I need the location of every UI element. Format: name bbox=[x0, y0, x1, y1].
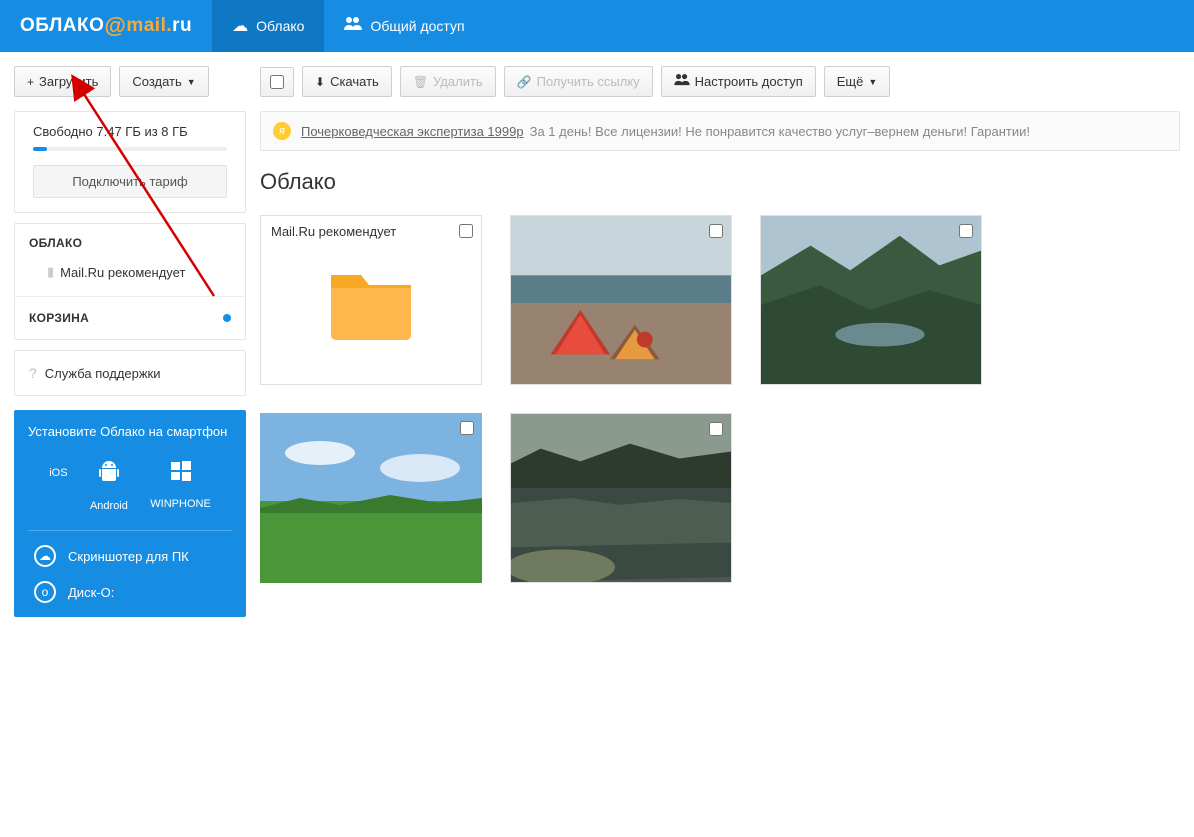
screenshoter-link[interactable]: ☁ Скриншотер для ПК bbox=[14, 531, 246, 581]
link-icon: 🔗 bbox=[517, 75, 532, 89]
os-android[interactable]: Android bbox=[90, 459, 128, 512]
toolbar: ⬇ Скачать 🗑 Удалить 🔗 Получить ссылку На… bbox=[260, 66, 1180, 97]
cloud-download-icon: ☁ bbox=[34, 545, 56, 567]
file-checkbox[interactable] bbox=[460, 421, 474, 435]
ad-bar: я Почерковедческая экспертиза 1999р За 1… bbox=[260, 111, 1180, 151]
cloud-icon: ☁ bbox=[232, 16, 248, 36]
plus-icon: + bbox=[27, 75, 34, 89]
tab-shared-label: Общий доступ bbox=[370, 18, 464, 34]
promo-os-row: iOS Android WINPHONE bbox=[28, 453, 232, 531]
storage-box: Свободно 7.47 ГБ из 8 ГБ Подключить тари… bbox=[14, 111, 246, 213]
android-icon bbox=[96, 459, 122, 492]
disko-label: Диск-О: bbox=[68, 585, 114, 600]
getlink-button[interactable]: 🔗 Получить ссылку bbox=[504, 66, 653, 97]
storage-bar bbox=[33, 147, 227, 151]
logo-cloud-text: ОБЛАКО bbox=[20, 15, 104, 37]
tree-item-recommend[interactable]: ▮ Mail.Ru рекомендует bbox=[29, 260, 231, 284]
folder-label: Mail.Ru рекомендует bbox=[271, 224, 396, 239]
folder-icon: ▮ bbox=[47, 264, 54, 280]
delete-button[interactable]: 🗑 Удалить bbox=[400, 66, 496, 97]
file-checkbox[interactable] bbox=[709, 224, 723, 238]
image-thumbnail bbox=[260, 413, 482, 583]
os-winphone[interactable]: WINPHONE bbox=[150, 459, 211, 512]
download-label: Скачать bbox=[330, 74, 379, 89]
screenshoter-label: Скриншотер для ПК bbox=[68, 549, 189, 564]
ad-link[interactable]: Почерковедческая экспертиза 1999р bbox=[301, 124, 524, 139]
main: ⬇ Скачать 🗑 Удалить 🔗 Получить ссылку На… bbox=[260, 52, 1194, 631]
logo[interactable]: ОБЛАКО @ mail . ru bbox=[0, 13, 212, 39]
tree-cloud-section: ОБЛАКО ▮ Mail.Ru рекомендует bbox=[15, 224, 245, 296]
image-item[interactable] bbox=[760, 215, 982, 385]
support-label: Служба поддержки bbox=[45, 366, 161, 381]
create-button[interactable]: Создать ▼ bbox=[119, 66, 208, 97]
file-checkbox[interactable] bbox=[709, 422, 723, 436]
getlink-label: Получить ссылку bbox=[537, 74, 640, 89]
support-link[interactable]: ? Служба поддержки bbox=[14, 350, 246, 396]
more-button[interactable]: Ещё ▼ bbox=[824, 66, 891, 97]
tree-trash-row[interactable]: КОРЗИНА bbox=[15, 296, 245, 339]
os-ios-label: iOS bbox=[49, 467, 67, 479]
more-label: Ещё bbox=[837, 74, 864, 89]
file-checkbox[interactable] bbox=[459, 224, 473, 238]
file-grid: Mail.Ru рекомендует bbox=[260, 215, 1180, 583]
help-icon: ? bbox=[29, 365, 37, 381]
page-title: Облако bbox=[260, 169, 1180, 195]
sidebar: + Загрузить Создать ▼ Свободно 7.47 ГБ и… bbox=[0, 52, 260, 631]
os-winphone-label: WINPHONE bbox=[150, 498, 211, 510]
file-checkbox[interactable] bbox=[959, 224, 973, 238]
select-all-input[interactable] bbox=[270, 75, 284, 89]
caret-down-icon: ▼ bbox=[187, 77, 196, 87]
people-icon bbox=[674, 74, 690, 89]
download-icon: ⬇ bbox=[315, 75, 325, 89]
image-item[interactable] bbox=[260, 413, 482, 583]
logo-at-icon: @ bbox=[104, 13, 126, 39]
os-android-label: Android bbox=[90, 500, 128, 512]
select-all-checkbox[interactable] bbox=[260, 67, 294, 97]
create-label: Создать bbox=[132, 74, 181, 89]
storage-text: Свободно 7.47 ГБ из 8 ГБ bbox=[33, 124, 227, 139]
layout: + Загрузить Создать ▼ Свободно 7.47 ГБ и… bbox=[0, 52, 1194, 631]
trash-icon: 🗑 bbox=[413, 75, 428, 89]
tab-shared[interactable]: Общий доступ bbox=[324, 0, 484, 52]
access-button[interactable]: Настроить доступ bbox=[661, 66, 816, 97]
status-dot-icon bbox=[223, 314, 231, 322]
tab-cloud[interactable]: ☁ Облако bbox=[212, 0, 324, 52]
upload-button[interactable]: + Загрузить bbox=[14, 66, 111, 97]
tab-cloud-label: Облако bbox=[256, 18, 304, 34]
image-item[interactable] bbox=[510, 413, 732, 583]
logo-ru-text: ru bbox=[172, 15, 192, 37]
image-thumbnail bbox=[511, 414, 731, 582]
tree-box: ОБЛАКО ▮ Mail.Ru рекомендует КОРЗИНА bbox=[14, 223, 246, 340]
access-label: Настроить доступ bbox=[695, 74, 803, 89]
caret-down-icon: ▼ bbox=[868, 77, 877, 87]
tree-trash-label: КОРЗИНА bbox=[29, 311, 89, 325]
disk-icon: о bbox=[34, 581, 56, 603]
ad-text: За 1 день! Все лицензии! Не понравится к… bbox=[530, 124, 1030, 139]
connect-tariff-button[interactable]: Подключить тариф bbox=[33, 165, 227, 198]
sidebar-buttons: + Загрузить Создать ▼ bbox=[14, 66, 246, 97]
image-thumbnail bbox=[511, 216, 731, 384]
storage-fill bbox=[33, 147, 47, 151]
windows-icon bbox=[169, 459, 193, 490]
promo-box: Установите Облако на смартфон iOS Androi… bbox=[14, 410, 246, 617]
people-icon bbox=[344, 16, 362, 37]
image-item[interactable] bbox=[510, 215, 732, 385]
tree-item-label: Mail.Ru рекомендует bbox=[60, 265, 185, 280]
download-button[interactable]: ⬇ Скачать bbox=[302, 66, 392, 97]
folder-thumbnail bbox=[261, 216, 481, 384]
folder-item[interactable]: Mail.Ru рекомендует bbox=[260, 215, 482, 385]
os-ios[interactable]: iOS bbox=[49, 459, 67, 512]
ad-icon: я bbox=[273, 122, 291, 140]
logo-mail-text: mail bbox=[126, 15, 166, 37]
header: ОБЛАКО @ mail . ru ☁ Облако Общий доступ bbox=[0, 0, 1194, 52]
image-thumbnail bbox=[761, 216, 981, 384]
promo-title: Установите Облако на смартфон bbox=[14, 410, 246, 453]
disko-link[interactable]: о Диск-О: bbox=[14, 581, 246, 617]
delete-label: Удалить bbox=[433, 74, 483, 89]
upload-label: Загрузить bbox=[39, 74, 98, 89]
tree-cloud-title[interactable]: ОБЛАКО bbox=[29, 236, 231, 250]
